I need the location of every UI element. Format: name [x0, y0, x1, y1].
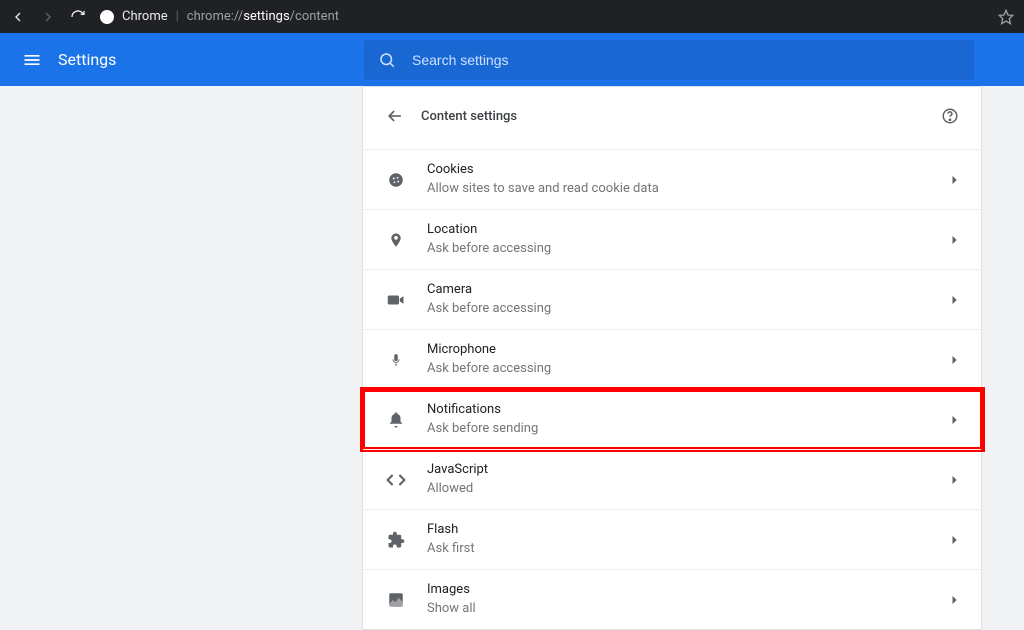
forward-icon[interactable]: [40, 9, 56, 25]
setting-row-images[interactable]: Images Show all: [363, 569, 981, 629]
row-title: Images: [427, 582, 951, 599]
row-subtitle: Ask before accessing: [427, 301, 951, 318]
chevron-right-icon: [951, 535, 959, 545]
location-icon: [385, 230, 407, 250]
row-text: JavaScript Allowed: [427, 462, 951, 498]
images-icon: [385, 591, 407, 609]
chrome-icon: [100, 10, 114, 24]
bookmark-star-icon[interactable]: [998, 9, 1014, 25]
chevron-right-icon: [951, 355, 959, 365]
setting-row-microphone[interactable]: Microphone Ask before accessing: [363, 329, 981, 389]
browser-toolbar: Chrome | chrome://settings/content: [0, 0, 1024, 33]
row-subtitle: Allow sites to save and read cookie data: [427, 181, 951, 198]
setting-row-cookies[interactable]: Cookies Allow sites to save and read cook…: [363, 149, 981, 209]
search-input[interactable]: [410, 51, 960, 69]
row-title: Camera: [427, 282, 951, 299]
chevron-right-icon: [951, 295, 959, 305]
chevron-right-icon: [951, 415, 959, 425]
chevron-right-icon: [951, 235, 959, 245]
row-text: Microphone Ask before accessing: [427, 342, 951, 378]
camera-icon: [385, 293, 407, 307]
row-title: Notifications: [427, 402, 951, 419]
menu-icon[interactable]: [20, 50, 44, 70]
panel-title: Content settings: [421, 109, 517, 124]
row-title: JavaScript: [427, 462, 951, 479]
row-title: Flash: [427, 522, 951, 539]
setting-row-location[interactable]: Location Ask before accessing: [363, 209, 981, 269]
back-icon[interactable]: [10, 9, 26, 25]
row-title: Location: [427, 222, 951, 239]
separator: |: [176, 9, 179, 24]
panel-back-icon[interactable]: [385, 106, 405, 126]
reload-icon[interactable]: [70, 9, 86, 25]
setting-row-notifications[interactable]: Notifications Ask before sending: [363, 389, 981, 449]
row-title: Microphone: [427, 342, 951, 359]
javascript-icon: [385, 473, 407, 487]
chevron-right-icon: [951, 595, 959, 605]
row-text: Cookies Allow sites to save and read cook…: [427, 162, 951, 198]
row-subtitle: Ask before accessing: [427, 361, 951, 378]
chevron-right-icon: [951, 475, 959, 485]
setting-row-javascript[interactable]: JavaScript Allowed: [363, 449, 981, 509]
row-text: Flash Ask first: [427, 522, 951, 558]
row-text: Camera Ask before accessing: [427, 282, 951, 318]
setting-row-flash[interactable]: Flash Ask first: [363, 509, 981, 569]
row-subtitle: Show all: [427, 601, 951, 618]
row-title: Cookies: [427, 162, 951, 179]
content-settings-panel: Content settings Cookies Allow sites to s…: [362, 86, 982, 630]
chevron-right-icon: [951, 175, 959, 185]
browser-name: Chrome: [122, 9, 168, 24]
row-text: Location Ask before accessing: [427, 222, 951, 258]
setting-row-camera[interactable]: Camera Ask before accessing: [363, 269, 981, 329]
panel-header: Content settings: [363, 87, 981, 145]
search-icon: [378, 51, 396, 69]
row-subtitle: Ask first: [427, 541, 951, 558]
row-subtitle: Ask before sending: [427, 421, 951, 438]
row-text: Images Show all: [427, 582, 951, 618]
row-text: Notifications Ask before sending: [427, 402, 951, 438]
row-subtitle: Ask before accessing: [427, 241, 951, 258]
flash-icon: [385, 531, 407, 549]
app-header: Settings: [0, 33, 1024, 86]
microphone-icon: [385, 350, 407, 370]
row-subtitle: Allowed: [427, 481, 951, 498]
cookies-icon: [385, 171, 407, 189]
address-bar[interactable]: Chrome | chrome://settings/content: [100, 9, 984, 24]
notifications-icon: [385, 410, 407, 430]
url-text: chrome://settings/content: [187, 9, 339, 24]
app-title: Settings: [58, 50, 116, 69]
search-container[interactable]: [364, 40, 974, 80]
help-icon[interactable]: [941, 107, 959, 125]
